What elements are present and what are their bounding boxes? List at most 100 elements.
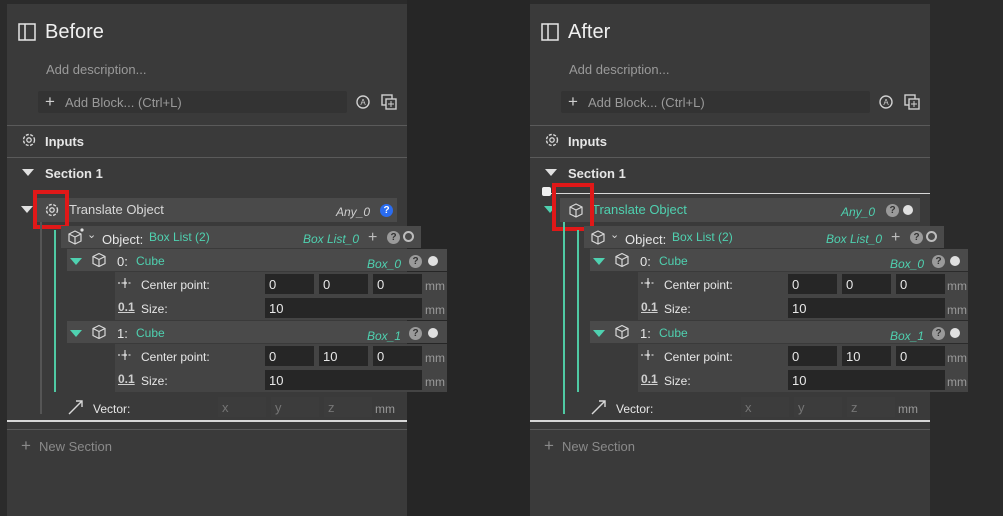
size-icon: 0.1 bbox=[641, 372, 658, 386]
add-block-button[interactable]: Add Block... (Ctrl+L) bbox=[588, 95, 705, 110]
inputs-gear-icon bbox=[21, 132, 37, 148]
new-section-button[interactable]: New Section bbox=[562, 439, 635, 454]
dot-icon[interactable] bbox=[428, 256, 438, 266]
duplicate-icon[interactable] bbox=[381, 94, 397, 110]
vector-arrow-icon bbox=[590, 398, 608, 416]
vector-x-input[interactable] bbox=[218, 397, 266, 417]
unit-label: mm bbox=[947, 351, 967, 365]
chevron-down-icon[interactable]: ⌄ bbox=[87, 228, 96, 241]
section-title[interactable]: Section 1 bbox=[45, 166, 103, 181]
item-name[interactable]: Cube bbox=[136, 254, 165, 268]
item-index: 1: bbox=[640, 326, 651, 341]
size-input[interactable] bbox=[788, 298, 945, 318]
inputs-gear-icon bbox=[544, 132, 560, 148]
center-z-input[interactable] bbox=[896, 274, 945, 294]
dot-icon[interactable] bbox=[950, 328, 960, 338]
add-item-icon[interactable]: + bbox=[368, 230, 377, 246]
center-x-input[interactable] bbox=[788, 274, 837, 294]
block-name[interactable]: Translate Object bbox=[592, 202, 687, 217]
unit-label: mm bbox=[425, 303, 445, 317]
item-type: Box_1 bbox=[890, 329, 925, 343]
vector-arrow-icon bbox=[67, 398, 85, 416]
new-section-button[interactable]: New Section bbox=[39, 439, 112, 454]
vector-x-input[interactable] bbox=[741, 397, 789, 417]
section-title[interactable]: Section 1 bbox=[568, 166, 626, 181]
center-y-input[interactable] bbox=[842, 346, 891, 366]
panel-layout-icon[interactable] bbox=[18, 23, 36, 41]
ring-icon[interactable] bbox=[926, 231, 937, 242]
inputs-header[interactable]: Inputs bbox=[45, 134, 84, 149]
vector-z-input[interactable] bbox=[324, 397, 372, 417]
object-type: Box List_0 bbox=[826, 232, 883, 246]
section-collapse-icon[interactable] bbox=[545, 169, 557, 176]
add-block-button[interactable]: Add Block... (Ctrl+L) bbox=[65, 95, 182, 110]
description-field[interactable]: Add description... bbox=[569, 62, 669, 77]
highlight-box bbox=[33, 190, 69, 229]
inputs-header[interactable]: Inputs bbox=[568, 134, 607, 149]
item-index: 0: bbox=[640, 254, 651, 269]
plus-icon: + bbox=[544, 436, 554, 455]
svg-text:A: A bbox=[360, 98, 366, 107]
ring-icon[interactable] bbox=[403, 231, 414, 242]
object-label: Object: bbox=[102, 232, 144, 247]
unit-label: mm bbox=[947, 279, 967, 293]
cube-icon bbox=[614, 252, 630, 268]
divider bbox=[530, 429, 930, 430]
help-icon[interactable]: ? bbox=[910, 231, 923, 244]
item-collapse-icon[interactable] bbox=[593, 330, 605, 337]
center-x-input[interactable] bbox=[788, 346, 837, 366]
help-icon[interactable]: ? bbox=[932, 255, 945, 268]
center-z-input[interactable] bbox=[373, 274, 422, 294]
block-name[interactable]: Translate Object bbox=[69, 202, 164, 217]
size-label: Size: bbox=[664, 374, 691, 388]
object-value[interactable]: Box List (2) bbox=[672, 230, 733, 244]
item-collapse-icon[interactable] bbox=[70, 258, 82, 265]
vector-y-input[interactable] bbox=[794, 397, 842, 417]
help-icon[interactable]: ? bbox=[409, 255, 422, 268]
center-y-input[interactable] bbox=[842, 274, 891, 294]
panel-layout-icon[interactable] bbox=[541, 23, 559, 41]
item-name[interactable]: Cube bbox=[136, 326, 165, 340]
description-field[interactable]: Add description... bbox=[46, 62, 146, 77]
chevron-down-icon[interactable]: ⌄ bbox=[610, 228, 619, 241]
center-point-label: Center point: bbox=[664, 350, 733, 364]
ai-refresh-icon[interactable]: A bbox=[355, 94, 371, 110]
item-collapse-icon[interactable] bbox=[70, 330, 82, 337]
duplicate-icon[interactable] bbox=[904, 94, 920, 110]
dot-icon[interactable] bbox=[903, 205, 913, 215]
divider bbox=[7, 125, 407, 126]
item-collapse-icon[interactable] bbox=[593, 258, 605, 265]
size-input[interactable] bbox=[788, 370, 945, 390]
help-icon[interactable]: ? bbox=[409, 327, 422, 340]
vector-z-input[interactable] bbox=[847, 397, 895, 417]
divider bbox=[7, 157, 407, 158]
center-y-input[interactable] bbox=[319, 346, 368, 366]
center-x-input[interactable] bbox=[265, 274, 314, 294]
block-collapse-icon[interactable] bbox=[21, 206, 33, 213]
svg-text:A: A bbox=[883, 98, 889, 107]
divider bbox=[530, 157, 930, 158]
crosshair-icon bbox=[641, 276, 655, 290]
size-input[interactable] bbox=[265, 298, 422, 318]
crosshair-icon bbox=[641, 348, 655, 362]
center-x-input[interactable] bbox=[265, 346, 314, 366]
cube-icon bbox=[91, 324, 107, 340]
section-collapse-icon[interactable] bbox=[22, 169, 34, 176]
ai-refresh-icon[interactable]: A bbox=[878, 94, 894, 110]
vector-y-input[interactable] bbox=[271, 397, 319, 417]
help-icon[interactable]: ? bbox=[387, 231, 400, 244]
dot-icon[interactable] bbox=[950, 256, 960, 266]
object-value[interactable]: Box List (2) bbox=[149, 230, 210, 244]
help-icon[interactable]: ? bbox=[932, 327, 945, 340]
item-name[interactable]: Cube bbox=[659, 254, 688, 268]
item-name[interactable]: Cube bbox=[659, 326, 688, 340]
center-z-input[interactable] bbox=[896, 346, 945, 366]
size-input[interactable] bbox=[265, 370, 422, 390]
help-icon[interactable]: ? bbox=[380, 204, 393, 217]
dot-icon[interactable] bbox=[428, 328, 438, 338]
add-item-icon[interactable]: + bbox=[891, 230, 900, 246]
block-type: Any_0 bbox=[841, 205, 876, 219]
center-z-input[interactable] bbox=[373, 346, 422, 366]
help-icon[interactable]: ? bbox=[886, 204, 899, 217]
center-y-input[interactable] bbox=[319, 274, 368, 294]
